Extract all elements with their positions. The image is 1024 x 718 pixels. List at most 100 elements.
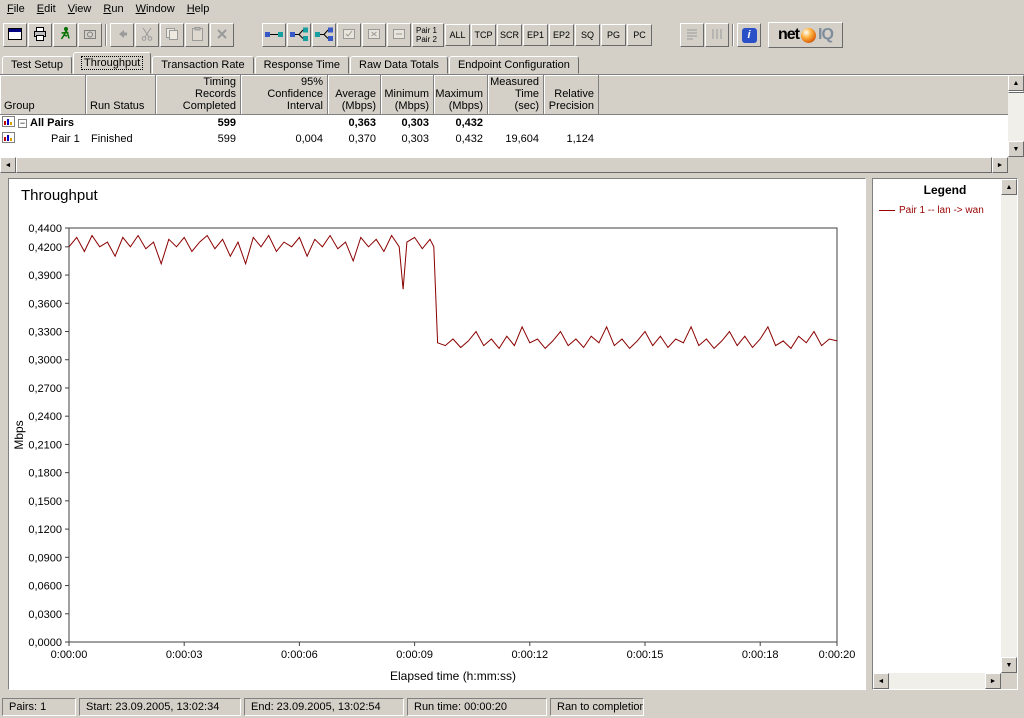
cell-measured-time: 19,604: [505, 133, 539, 145]
list-lines-icon: [684, 26, 700, 45]
scroll-down-icon[interactable]: ▼: [1001, 657, 1017, 673]
legend-horizontal-scrollbar[interactable]: ◄ ►: [873, 673, 1001, 689]
cell-timing-records: 599: [217, 133, 236, 145]
scroll-right-icon[interactable]: ►: [992, 157, 1008, 173]
list-view-button-1[interactable]: [680, 23, 704, 47]
new-test-button[interactable]: [3, 23, 27, 47]
table-row-pair-1[interactable]: Pair 1 Finished 599 0,004 0,370 0,303 0,…: [0, 131, 1008, 147]
pair-selector-line1: Pair 1: [416, 26, 437, 35]
copy-button[interactable]: [160, 23, 184, 47]
filter-ep2-button[interactable]: EP2: [549, 24, 574, 46]
menu-run[interactable]: Run: [97, 1, 129, 17]
menu-view[interactable]: View: [62, 1, 98, 17]
pair-multicast-icon: [289, 26, 309, 45]
menu-file[interactable]: File: [1, 1, 31, 17]
scroll-left-icon[interactable]: ◄: [0, 157, 16, 173]
svg-text:0,3300: 0,3300: [28, 327, 62, 339]
menu-help[interactable]: Help: [181, 1, 216, 17]
cross-pairs-icon: [366, 26, 382, 45]
scroll-right-icon[interactable]: ►: [985, 673, 1001, 689]
undo-button[interactable]: [110, 23, 134, 47]
column-header-measured-time[interactable]: Measured Time (sec): [488, 75, 544, 114]
about-button[interactable]: i: [737, 23, 761, 47]
filter-scr-button[interactable]: SCR: [497, 24, 522, 46]
check-pairs-button-2[interactable]: [362, 23, 386, 47]
netiq-logo: net IQ: [768, 22, 843, 48]
legend-panel: Legend Pair 1 -- lan -> wan ▲ ▼ ◄ ►: [872, 178, 1018, 690]
svg-text:0,4200: 0,4200: [28, 242, 62, 254]
svg-text:0,3000: 0,3000: [28, 355, 62, 367]
table-row-all-pairs[interactable]: − All Pairs 599 0,363 0,303 0,432: [0, 115, 1008, 131]
column-header-run-status[interactable]: Run Status: [86, 75, 156, 114]
cell-average: 0,363: [348, 117, 376, 129]
pair-group-icon: [314, 26, 334, 45]
scroll-up-icon[interactable]: ▲: [1001, 179, 1017, 195]
column-header-filler: [599, 75, 1008, 114]
tab-test-setup[interactable]: Test Setup: [2, 56, 72, 74]
new-document-icon: [7, 26, 23, 45]
toolbar: Pair 1 Pair 2 ALL TCP SCR EP1 EP2 SQ PG …: [0, 18, 1024, 52]
list-view-button-2[interactable]: [705, 23, 729, 47]
cut-button[interactable]: [135, 23, 159, 47]
pair-link-button[interactable]: [262, 23, 286, 47]
column-header-minimum[interactable]: Minimum (Mbps): [381, 75, 434, 114]
tab-throughput[interactable]: Throughput: [72, 52, 152, 74]
toolbar-separator: [732, 24, 734, 46]
paste-button[interactable]: [185, 23, 209, 47]
tab-raw-data-totals[interactable]: Raw Data Totals: [350, 56, 448, 74]
filter-all-button[interactable]: ALL: [445, 24, 470, 46]
chart-title: Throughput: [21, 187, 98, 204]
column-header-average[interactable]: Average (Mbps): [328, 75, 381, 114]
print-button[interactable]: [28, 23, 52, 47]
run-test-button[interactable]: [53, 23, 77, 47]
stop-run-button[interactable]: [78, 23, 102, 47]
pair-selector-line2: Pair 2: [416, 35, 437, 44]
check-pairs-button-1[interactable]: [337, 23, 361, 47]
filter-sq-button[interactable]: SQ: [575, 24, 600, 46]
status-pairs-count: Pairs: 1: [2, 698, 76, 716]
scroll-down-icon[interactable]: ▼: [1008, 141, 1024, 157]
legend-item-label: Pair 1 -- lan -> wan: [899, 205, 984, 216]
pair-selector-button[interactable]: Pair 1 Pair 2: [412, 23, 444, 47]
column-header-timing-records[interactable]: Timing Records Completed: [156, 75, 241, 114]
tab-endpoint-configuration[interactable]: Endpoint Configuration: [448, 56, 579, 74]
tab-response-time[interactable]: Response Time: [254, 56, 350, 74]
collapse-icon[interactable]: −: [18, 118, 27, 128]
scroll-left-icon[interactable]: ◄: [873, 673, 889, 689]
column-header-group[interactable]: Group: [0, 75, 86, 114]
filter-pg-button[interactable]: PG: [601, 24, 626, 46]
scrollbar-thumb[interactable]: [16, 157, 992, 173]
pair-group-button[interactable]: [312, 23, 336, 47]
filter-ep1-button[interactable]: EP1: [523, 24, 548, 46]
dash-pairs-icon: [391, 26, 407, 45]
delete-button[interactable]: [210, 23, 234, 47]
menu-window[interactable]: Window: [130, 1, 181, 17]
cell-confidence: 0,004: [295, 133, 323, 145]
copy-icon: [164, 26, 180, 45]
throughput-chart-panel: 0,0000 0,0300 0,0600 0,0900 0,1200 0,1500 0,18…: [8, 178, 866, 690]
filter-pc-button[interactable]: PC: [627, 24, 652, 46]
results-table: Group Run Status Timing Records Complete…: [0, 74, 1024, 173]
column-header-precision[interactable]: Relative Precision: [544, 75, 599, 114]
svg-text:0,1800: 0,1800: [28, 468, 62, 480]
legend-item-line: [879, 210, 895, 211]
table-vertical-scrollbar[interactable]: ▲ ▼: [1008, 75, 1024, 157]
svg-text:0:00:15: 0:00:15: [627, 649, 664, 661]
filter-tcp-button[interactable]: TCP: [471, 24, 496, 46]
svg-text:0,3900: 0,3900: [28, 270, 62, 282]
pair-multicast-button[interactable]: [287, 23, 311, 47]
check-pairs-button-3[interactable]: [387, 23, 411, 47]
table-horizontal-scrollbar[interactable]: ◄ ►: [0, 157, 1008, 173]
svg-text:0:00:09: 0:00:09: [396, 649, 433, 661]
scrollbar-thumb[interactable]: [1008, 91, 1024, 93]
scroll-up-icon[interactable]: ▲: [1008, 75, 1024, 91]
menu-edit[interactable]: Edit: [31, 1, 62, 17]
table-header-row: Group Run Status Timing Records Complete…: [0, 75, 1008, 115]
scrollbar-corner: [1008, 157, 1024, 173]
svg-text:0:00:00: 0:00:00: [51, 649, 88, 661]
legend-vertical-scrollbar[interactable]: ▲ ▼: [1001, 179, 1017, 673]
column-header-confidence[interactable]: 95% Confidence Interval: [241, 75, 328, 114]
tab-transaction-rate[interactable]: Transaction Rate: [152, 56, 254, 74]
column-header-maximum[interactable]: Maximum (Mbps): [434, 75, 488, 114]
svg-text:0,4400: 0,4400: [28, 223, 62, 235]
